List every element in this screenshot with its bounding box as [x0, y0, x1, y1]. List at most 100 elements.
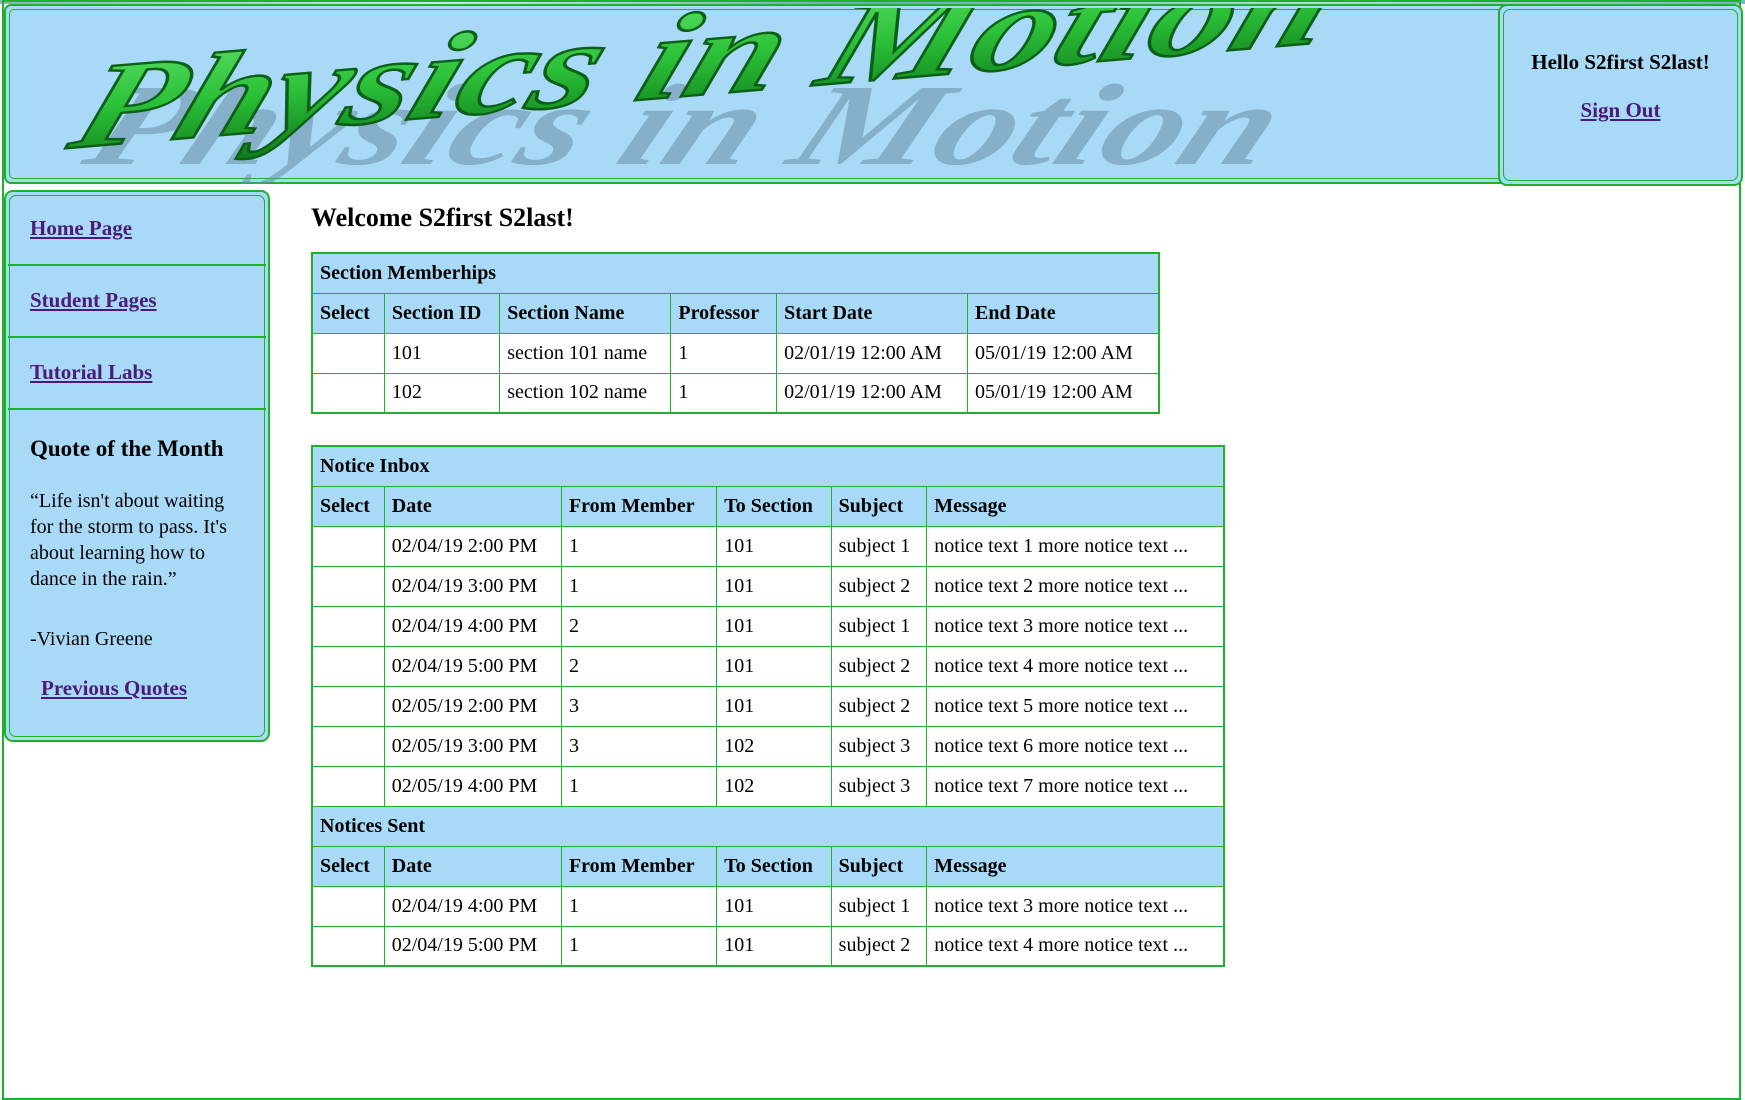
table-cell: 102 — [716, 765, 832, 807]
tutorial-labs-link[interactable]: Tutorial Labs — [30, 360, 152, 385]
column-header: To Section — [716, 845, 832, 887]
table-cell: 3 — [560, 685, 718, 727]
sidebar-item-student-pages[interactable]: Student Pages — [8, 266, 266, 338]
table-cell: 1 — [670, 372, 778, 414]
table-cell: 101 — [383, 332, 501, 374]
column-header: Select — [311, 845, 385, 887]
table-cell: subject 1 — [830, 605, 928, 647]
table-header-row: Select Date From Member To Section Subje… — [311, 845, 1225, 887]
select-cell[interactable] — [311, 525, 385, 567]
table-row[interactable]: 102 section 102 name 1 02/01/19 12:00 AM 05/… — [311, 372, 1160, 414]
sidebar-item-home[interactable]: Home Page — [8, 194, 266, 266]
table-cell: 02/04/19 3:00 PM — [383, 565, 562, 607]
table-header-row: Select Section ID Section Name Professor… — [311, 292, 1160, 334]
column-header: End Date — [967, 292, 1160, 334]
table-cell: 1 — [560, 565, 718, 607]
select-cell[interactable] — [311, 645, 385, 687]
table-row[interactable]: 02/05/19 2:00 PM 3 101 subject 2 notice text… — [311, 685, 1225, 727]
table-cell: 02/05/19 3:00 PM — [383, 725, 562, 767]
table-cell: 101 — [716, 565, 832, 607]
select-cell[interactable] — [311, 765, 385, 807]
table-row[interactable]: 02/04/19 5:00 PM 2 101 subject 2 notice text… — [311, 645, 1225, 687]
table-cell: subject 3 — [830, 765, 928, 807]
table-cell: notice text 6 more notice text ... — [926, 725, 1225, 767]
table-cell: 101 — [716, 645, 832, 687]
column-header: Date — [383, 845, 562, 887]
previous-quotes-link[interactable]: Previous Quotes — [41, 676, 187, 701]
column-header: Section ID — [383, 292, 501, 334]
column-header: Subject — [830, 485, 928, 527]
table-cell: 02/04/19 2:00 PM — [383, 525, 562, 567]
table-cell: subject 1 — [830, 885, 928, 927]
table-row[interactable]: 02/04/19 4:00 PM 2 101 subject 1 notice text… — [311, 605, 1225, 647]
table-cell: 1 — [560, 525, 718, 567]
quote-title: Quote of the Month — [30, 436, 224, 461]
table-cell: notice text 1 more notice text ... — [926, 525, 1225, 567]
table-cell: 05/01/19 12:00 AM — [967, 332, 1160, 374]
table-row[interactable]: 02/04/19 2:00 PM 1 101 subject 1 notice text… — [311, 525, 1225, 567]
table-cell: notice text 5 more notice text ... — [926, 685, 1225, 727]
table-cell: 102 — [383, 372, 501, 414]
table-cell: 101 — [716, 885, 832, 927]
table-cell: 02/01/19 12:00 AM — [776, 332, 968, 374]
table-caption: Notices Sent — [311, 805, 1225, 847]
section-memberships-table: Section Memberhips Select Section ID Sec… — [311, 252, 1160, 414]
table-cell: notice text 3 more notice text ... — [926, 885, 1225, 927]
column-header: From Member — [560, 485, 718, 527]
table-cell: subject 2 — [830, 565, 928, 607]
table-cell: 101 — [716, 685, 832, 727]
column-header: Professor — [670, 292, 778, 334]
table-cell: 05/01/19 12:00 AM — [967, 372, 1160, 414]
table-cell: 02/05/19 2:00 PM — [383, 685, 562, 727]
table-cell: subject 2 — [830, 685, 928, 727]
column-header: Start Date — [776, 292, 968, 334]
table-cell: 2 — [560, 645, 718, 687]
quote-text: “Life isn't about waiting for the storm … — [30, 490, 227, 590]
table-cell: 1 — [670, 332, 778, 374]
table-cell: notice text 3 more notice text ... — [926, 605, 1225, 647]
home-page-link[interactable]: Home Page — [30, 216, 132, 241]
table-cell: section 102 name — [499, 372, 672, 414]
select-cell[interactable] — [311, 725, 385, 767]
table-cell: 102 — [716, 725, 832, 767]
table-cell: 1 — [560, 765, 718, 807]
table-cell: notice text 2 more notice text ... — [926, 565, 1225, 607]
table-cell: section 101 name — [499, 332, 672, 374]
column-header: Subject — [830, 845, 928, 887]
table-cell: notice text 4 more notice text ... — [926, 925, 1225, 967]
table-row[interactable]: 02/04/19 3:00 PM 1 101 subject 2 notice text… — [311, 565, 1225, 607]
table-cell: 3 — [560, 725, 718, 767]
column-header: To Section — [716, 485, 832, 527]
student-pages-link[interactable]: Student Pages — [30, 288, 157, 313]
table-cell: 02/04/19 5:00 PM — [383, 925, 562, 967]
table-cell: 02/04/19 4:00 PM — [383, 885, 562, 927]
table-cell: subject 2 — [830, 645, 928, 687]
select-cell[interactable] — [311, 565, 385, 607]
select-cell[interactable] — [311, 885, 385, 927]
select-cell[interactable] — [311, 925, 385, 967]
physics-in-motion-logo: Physics in Motion Physics in Motion — [53, 8, 1358, 184]
column-header: From Member — [560, 845, 718, 887]
column-header: Select — [311, 292, 385, 334]
select-cell[interactable] — [311, 685, 385, 727]
table-cell: 1 — [560, 925, 718, 967]
column-header: Message — [926, 845, 1225, 887]
user-panel: Hello S2first S2last! Sign Out — [1498, 4, 1743, 186]
column-header: Section Name — [499, 292, 672, 334]
table-cell: 101 — [716, 925, 832, 967]
sign-out-link[interactable]: Sign Out — [1500, 98, 1741, 123]
select-cell[interactable] — [311, 372, 385, 414]
table-row[interactable]: 02/05/19 4:00 PM 1 102 subject 3 notice text… — [311, 765, 1225, 807]
table-row[interactable]: 02/05/19 3:00 PM 3 102 subject 3 notice text… — [311, 725, 1225, 767]
table-cell: subject 2 — [830, 925, 928, 967]
column-header: Message — [926, 485, 1225, 527]
table-row[interactable]: 02/04/19 5:00 PM 1 101 subject 2 notice text… — [311, 925, 1225, 967]
table-row[interactable]: 101 section 101 name 1 02/01/19 12:00 AM 05/… — [311, 332, 1160, 374]
select-cell[interactable] — [311, 605, 385, 647]
select-cell[interactable] — [311, 332, 385, 374]
table-cell: 101 — [716, 525, 832, 567]
table-cell: notice text 7 more notice text ... — [926, 765, 1225, 807]
sidebar-item-tutorial-labs[interactable]: Tutorial Labs — [8, 338, 266, 410]
table-row[interactable]: 02/04/19 4:00 PM 1 101 subject 1 notice text… — [311, 885, 1225, 927]
table-cell: 02/05/19 4:00 PM — [383, 765, 562, 807]
